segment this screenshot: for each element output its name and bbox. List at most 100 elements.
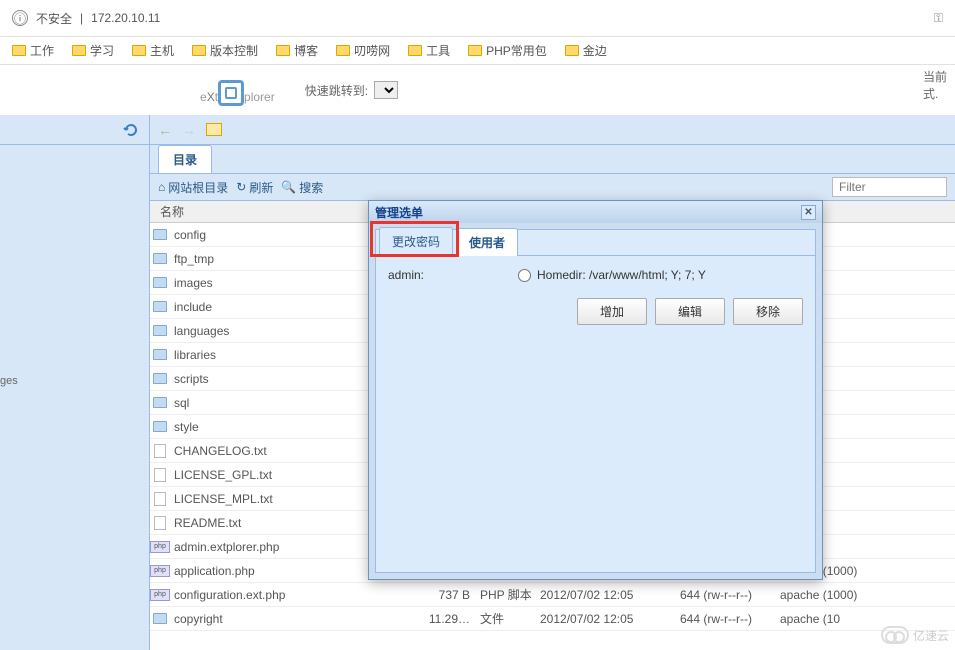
home-icon: ⌂: [158, 180, 165, 194]
admin-dialog: 管理选单 ✕ 更改密码 使用者 admin: Homedir: /var/www…: [368, 200, 823, 580]
folder-icon: [153, 373, 167, 384]
side-note: 当前 式.: [923, 69, 947, 103]
tool-root[interactable]: ⌂网站根目录: [158, 179, 228, 196]
side-l2: 式.: [923, 86, 947, 103]
file-size: 11.29…: [420, 612, 480, 626]
folder-icon: [153, 229, 167, 240]
left-panel: ges: [0, 115, 150, 650]
tab-directory[interactable]: 目录: [158, 145, 212, 173]
tab-row: 目录: [150, 145, 955, 173]
bookmark-label: PHP常用包: [486, 42, 547, 59]
close-icon[interactable]: ✕: [801, 205, 816, 220]
bookmark-item[interactable]: 工具: [408, 42, 450, 59]
remove-button[interactable]: 移除: [733, 298, 803, 325]
folder-icon: [153, 397, 167, 408]
bookmark-item[interactable]: 博客: [276, 42, 318, 59]
folder-icon: [408, 45, 422, 56]
file-icon: [154, 492, 166, 506]
url-text[interactable]: 172.20.10.11: [91, 11, 160, 25]
tab-users[interactable]: 使用者: [456, 228, 518, 256]
file-icon: [154, 468, 166, 482]
logo-e: e: [200, 90, 207, 104]
php-icon: php: [150, 589, 170, 601]
bookmark-item[interactable]: 版本控制: [192, 42, 258, 59]
file-type: PHP 脚本: [480, 586, 540, 603]
dialog-body: 更改密码 使用者 admin: Homedir: /var/www/html; …: [369, 223, 822, 579]
watermark-text: 亿速云: [913, 627, 949, 644]
folder-icon: [12, 45, 26, 56]
dialog-inner: 更改密码 使用者 admin: Homedir: /var/www/html; …: [375, 229, 816, 573]
bookmark-item[interactable]: 主机: [132, 42, 174, 59]
watermark: 亿速云: [881, 626, 949, 644]
file-owner: apache (10: [780, 612, 880, 626]
info-icon[interactable]: ⓘ: [12, 10, 28, 26]
tool-search[interactable]: 🔍搜索: [281, 179, 323, 196]
filter-input[interactable]: [832, 177, 947, 197]
tool-search-label: 搜索: [299, 179, 323, 196]
refresh-icon[interactable]: [123, 122, 139, 138]
tool-refresh[interactable]: ↻刷新: [236, 179, 273, 196]
bookmark-item[interactable]: 叨唠网: [336, 42, 390, 59]
file-icon: [154, 516, 166, 530]
folder-up-icon[interactable]: [206, 123, 222, 136]
refresh-icon: ↻: [236, 180, 246, 194]
folder-icon: [153, 613, 167, 624]
edit-button[interactable]: 编辑: [655, 298, 725, 325]
folder-icon: [153, 421, 167, 432]
bookmark-label: 主机: [150, 42, 174, 59]
address-bar: ⓘ 不安全 | 172.20.10.11 ⚿: [0, 0, 955, 37]
forward-button[interactable]: →: [182, 122, 196, 138]
key-icon[interactable]: ⚿: [934, 11, 943, 26]
logo-plorer: plorer: [244, 90, 275, 104]
php-icon: php: [150, 541, 170, 553]
bookmark-label: 工具: [426, 42, 450, 59]
bookmark-label: 工作: [30, 42, 54, 59]
bookmark-label: 博客: [294, 42, 318, 59]
folder-icon: [336, 45, 350, 56]
jump-select[interactable]: [374, 81, 398, 99]
file-date: 2012/07/02 12:05: [540, 612, 680, 626]
admin-radio[interactable]: [518, 269, 531, 282]
admin-row[interactable]: admin: Homedir: /var/www/html; Y; 7; Y: [388, 268, 803, 282]
folder-icon: [192, 45, 206, 56]
tab-change-password[interactable]: 更改密码: [379, 227, 453, 255]
php-icon: php: [150, 565, 170, 577]
folder-icon: [153, 277, 167, 288]
dialog-tabs: 更改密码 使用者: [376, 230, 815, 256]
left-header: [0, 115, 149, 145]
bookmark-label: 版本控制: [210, 42, 258, 59]
bookmark-item[interactable]: 学习: [72, 42, 114, 59]
file-owner: apache (1000): [780, 588, 880, 602]
folder-icon: [276, 45, 290, 56]
file-name: copyright: [170, 612, 420, 626]
dialog-title-bar[interactable]: 管理选单 ✕: [369, 201, 822, 223]
file-type: 文件: [480, 610, 540, 627]
button-row: 增加 编辑 移除: [388, 298, 803, 325]
insecure-label: 不安全: [36, 10, 72, 27]
add-button[interactable]: 增加: [577, 298, 647, 325]
file-date: 2012/07/02 12:05: [540, 588, 680, 602]
folder-icon: [565, 45, 579, 56]
tool-row: ⌂网站根目录 ↻刷新 🔍搜索: [150, 173, 955, 201]
file-name: configuration.ext.php: [170, 588, 420, 602]
bookmark-item[interactable]: 工作: [12, 42, 54, 59]
header-row: eXtplorer 快速跳转到: 当前 式.: [0, 65, 955, 115]
back-button[interactable]: ←: [158, 122, 172, 138]
file-perm: 644 (rw-r--r--): [680, 588, 780, 602]
col-name[interactable]: 名称: [160, 203, 184, 220]
file-row[interactable]: copyright11.29…文件2012/07/02 12:05644 (rw…: [150, 607, 955, 631]
side-l1: 当前: [923, 69, 947, 86]
bookmark-item[interactable]: 金边: [565, 42, 607, 59]
bookmark-item[interactable]: PHP常用包: [468, 42, 547, 59]
search-icon: 🔍: [281, 180, 296, 194]
logo: eXtplorer: [200, 72, 275, 109]
logo-icon: [218, 80, 244, 106]
left-cut-text: ges: [0, 375, 18, 387]
nav-toolbar: ← →: [150, 115, 955, 145]
bookmarks-bar: 工作 学习 主机 版本控制 博客 叨唠网 工具 PHP常用包 金边: [0, 37, 955, 65]
dialog-title: 管理选单: [375, 204, 423, 221]
tool-root-label: 网站根目录: [168, 179, 228, 196]
tool-refresh-label: 刷新: [249, 179, 273, 196]
bookmark-label: 叨唠网: [354, 42, 390, 59]
file-row[interactable]: phpconfiguration.ext.php737 BPHP 脚本2012/…: [150, 583, 955, 607]
